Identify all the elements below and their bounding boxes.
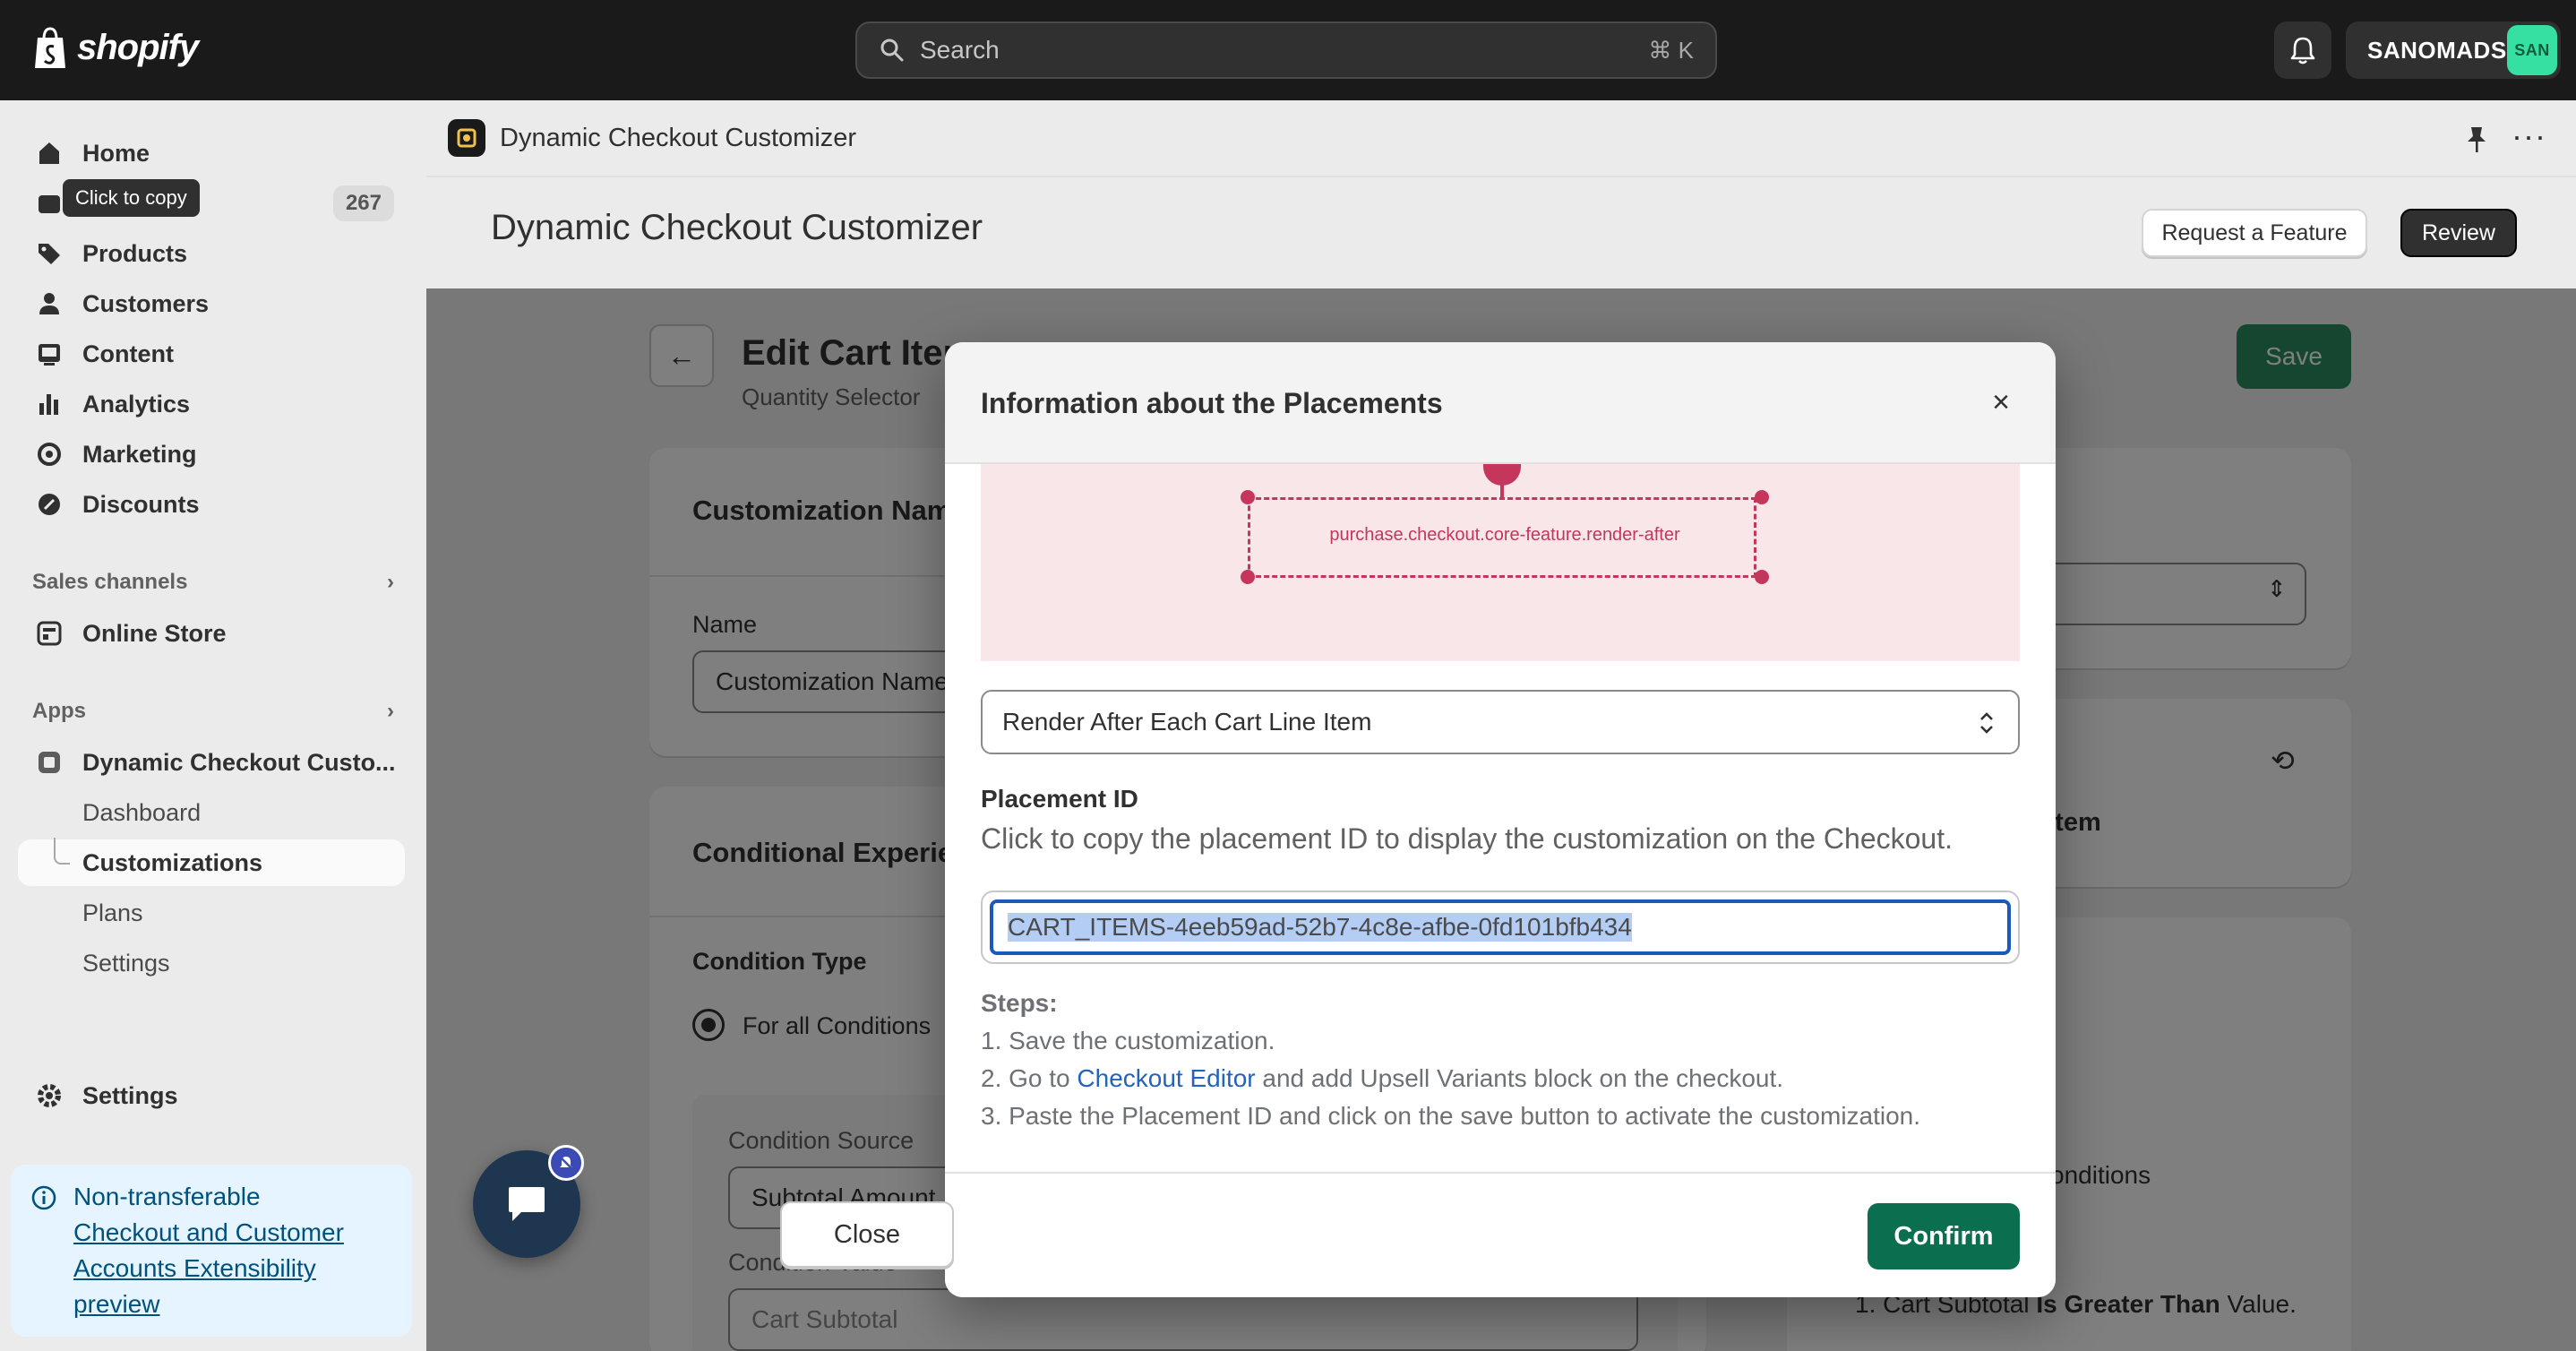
sidebar-item-online-store[interactable]: Online Store <box>18 610 405 657</box>
brand-name: shopify <box>77 27 199 67</box>
discount-icon <box>39 494 60 515</box>
modal-header: Information about the Placements × <box>945 342 2056 464</box>
notice-title: Non-transferable <box>73 1183 261 1210</box>
select-arrows-icon <box>1980 712 1993 734</box>
orders-count-badge: 267 <box>332 185 394 221</box>
placement-select-value: Render After Each Cart Line Item <box>1002 708 1372 736</box>
store-name: SANOMADS <box>2367 36 2507 64</box>
apps-heading[interactable]: Apps › <box>32 699 394 724</box>
sidebar-item-home[interactable]: Home <box>18 130 405 176</box>
sidebar-sub-plans[interactable]: Plans <box>18 890 405 936</box>
sidebar-item-label: Home <box>82 139 150 167</box>
steps-heading: Steps: <box>981 989 1058 1017</box>
sidebar-item-label: Settings <box>82 1081 178 1109</box>
sidebar-item-settings[interactable]: Settings <box>18 1072 405 1119</box>
shopping-bag-icon <box>35 27 65 68</box>
corner-dot <box>1755 490 1769 504</box>
sidebar-item-products[interactable]: Products <box>18 230 405 277</box>
placement-id-input[interactable]: CART_ITEMS-4eeb59ad-52b7-4c8e-afbe-0fd10… <box>990 899 2011 955</box>
placement-select[interactable]: Render After Each Cart Line Item <box>981 690 2020 754</box>
step-3: 3. Paste the Placement ID and click on t… <box>981 1102 1921 1130</box>
step-2-prefix: 2. Go to <box>981 1064 1078 1092</box>
notification-off-icon <box>548 1145 584 1181</box>
sidebar-item-app[interactable]: Dynamic Checkout Custo... <box>18 739 405 786</box>
bar-chart-icon <box>39 394 58 415</box>
sidebar-item-customers[interactable]: Customers <box>18 280 405 327</box>
bell-icon <box>2290 37 2315 65</box>
placement-id-value: CART_ITEMS-4eeb59ad-52b7-4c8e-afbe-0fd10… <box>1008 913 1632 942</box>
chevron-right-icon: › <box>387 570 394 594</box>
pin-icon[interactable] <box>2463 125 2490 154</box>
search-shortcut: ⌘ K <box>1648 36 1694 64</box>
sidebar-item-label: Marketing <box>82 440 197 468</box>
image-icon <box>39 344 60 366</box>
extensibility-notice: Non-transferable Checkout and Customer A… <box>11 1165 412 1337</box>
shopify-logo[interactable]: shopify <box>32 25 199 70</box>
sidebar-item-label: Customers <box>82 289 210 317</box>
target-icon <box>38 443 61 466</box>
sidebar-sub-settings[interactable]: Settings <box>18 940 405 986</box>
home-icon <box>39 142 59 164</box>
info-icon <box>31 1185 56 1210</box>
request-feature-button[interactable]: Request a Feature <box>2142 209 2367 257</box>
tree-connector <box>54 838 70 865</box>
copy-tooltip: Click to copy <box>63 179 200 217</box>
sidebar-item-analytics[interactable]: Analytics <box>18 381 405 427</box>
step-1: 1. Save the customization. <box>981 1027 1275 1054</box>
store-icon <box>37 621 62 646</box>
tag-icon <box>39 244 60 264</box>
person-icon <box>39 293 59 314</box>
sidebar-item-label: Content <box>82 340 174 367</box>
app-logo-icon <box>448 119 485 157</box>
store-avatar: SAN <box>2507 25 2557 75</box>
modal-footer: Confirm <box>945 1172 2056 1297</box>
sidebar-sub-customizations[interactable]: Customizations <box>18 839 405 886</box>
store-menu-button[interactable]: SANOMADS SAN <box>2346 22 2561 79</box>
chat-bubble-icon <box>509 1187 545 1221</box>
corner-dot <box>1241 570 1255 584</box>
app-header: Dynamic Checkout Customizer <box>426 100 2576 177</box>
app-header-title: Dynamic Checkout Customizer <box>500 123 857 152</box>
search-icon <box>880 39 904 62</box>
section-label: Apps <box>32 699 86 723</box>
section-label: Sales channels <box>32 570 188 594</box>
sidebar-item-label: Dynamic Checkout Custo... <box>82 748 396 776</box>
search-placeholder: Search <box>920 36 1000 64</box>
sidebar-item-content[interactable]: Content <box>18 331 405 377</box>
sidebar-item-label: Online Store <box>82 619 227 647</box>
step-2-suffix: and add Upsell Variants block on the che… <box>1255 1064 1784 1092</box>
review-button[interactable]: Review <box>2400 209 2517 257</box>
more-options-icon[interactable]: ··· <box>2512 120 2546 152</box>
notifications-button[interactable] <box>2274 22 2331 79</box>
sidebar-item-discounts[interactable]: Discounts <box>18 481 405 528</box>
close-button[interactable]: Close <box>780 1201 954 1268</box>
gear-icon <box>38 1084 61 1107</box>
sidebar-sub-dashboard[interactable]: Dashboard <box>18 789 405 836</box>
chevron-right-icon: › <box>387 699 394 723</box>
modal-title: Information about the Placements <box>981 387 1443 419</box>
confirm-button[interactable]: Confirm <box>1868 1203 2020 1269</box>
close-icon[interactable]: × <box>1981 383 2021 422</box>
top-bar: shopify Search ⌘ K SANOMADS SAN <box>0 0 2576 100</box>
placement-diagram: purchase.checkout.core-feature.render-af… <box>981 464 2020 661</box>
search-input[interactable]: Search ⌘ K <box>855 22 1717 79</box>
corner-dot <box>1755 570 1769 584</box>
placement-id-field: CART_ITEMS-4eeb59ad-52b7-4c8e-afbe-0fd10… <box>981 891 2020 964</box>
placement-info-modal: Information about the Placements × purch… <box>945 342 2056 1297</box>
placement-id-label: Placement ID <box>981 785 1138 813</box>
corner-dot <box>1241 490 1255 504</box>
sidebar-item-label: Products <box>82 239 188 267</box>
sidebar-item-label: Discounts <box>82 490 200 518</box>
sidebar-item-marketing[interactable]: Marketing <box>18 431 405 478</box>
checkout-editor-link[interactable]: Checkout Editor <box>1077 1064 1255 1092</box>
sidebar-item-label: Analytics <box>82 390 191 417</box>
page-title: Dynamic Checkout Customizer <box>491 208 983 247</box>
step-2: 2. Go to Checkout Editor and add Upsell … <box>981 1064 1783 1093</box>
app-icon <box>39 752 60 773</box>
sales-channels-heading[interactable]: Sales channels › <box>32 570 394 595</box>
diagram-label: purchase.checkout.core-feature.render-af… <box>1329 525 1680 545</box>
orders-icon <box>39 195 60 213</box>
notice-link[interactable]: Checkout and Customer Accounts Extensibi… <box>73 1215 394 1322</box>
placement-id-help: Click to copy the placement ID to displa… <box>981 822 1953 855</box>
